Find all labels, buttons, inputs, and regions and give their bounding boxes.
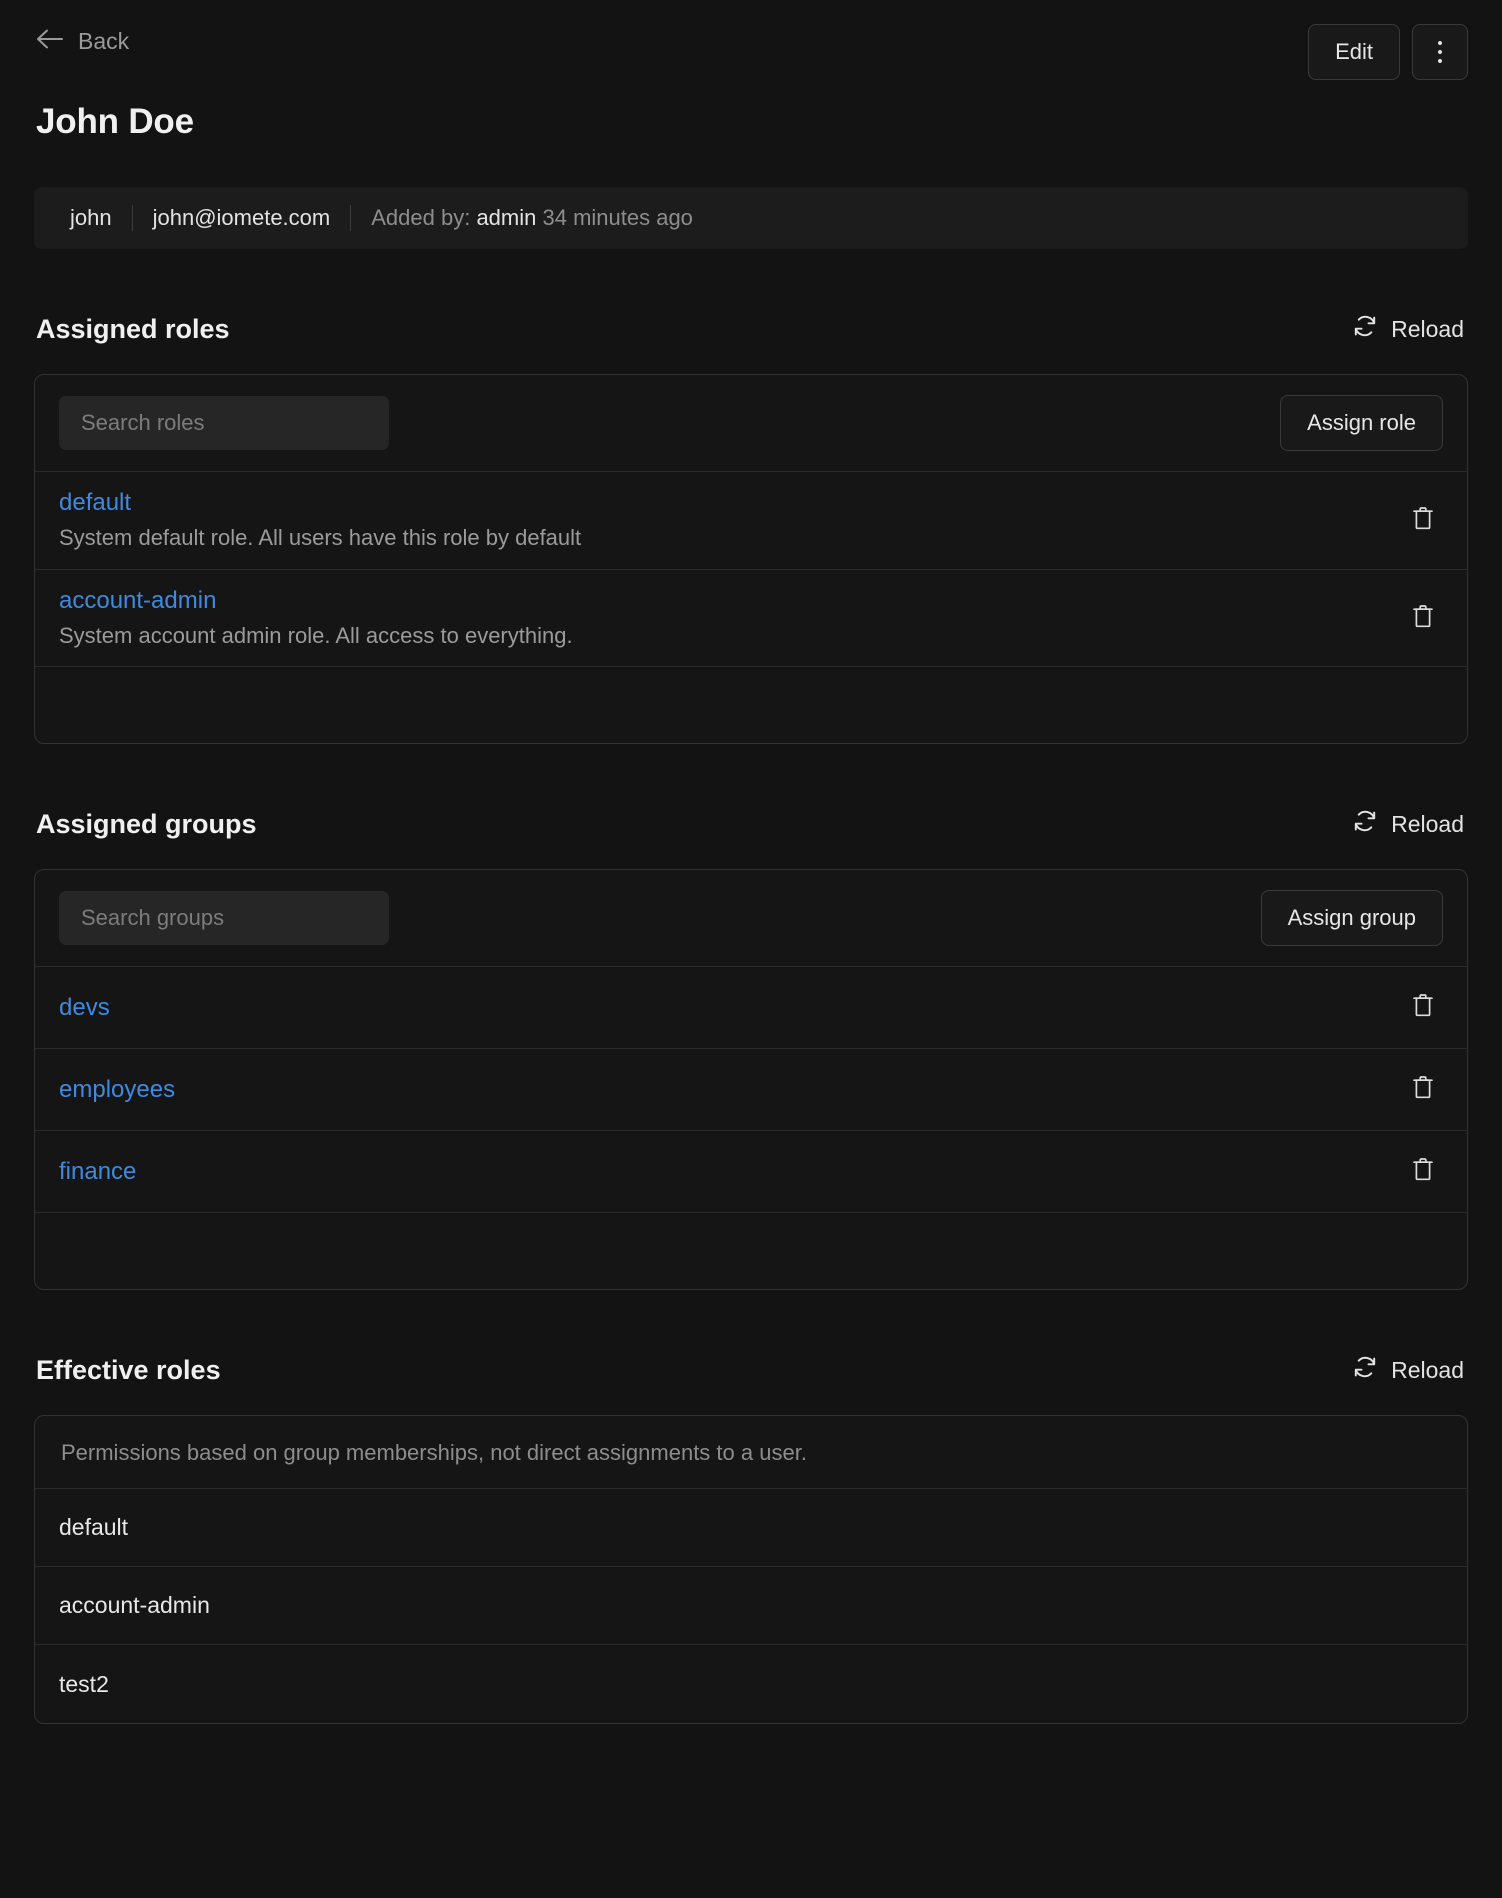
table-row: finance: [35, 1131, 1467, 1214]
user-detail-page: Back Edit John Doe john john@iomete.com …: [0, 0, 1502, 1898]
role-description: System account admin role. All access to…: [59, 623, 573, 649]
search-roles-input[interactable]: [59, 396, 389, 450]
added-by-info: Added by: admin 34 minutes ago: [351, 205, 713, 231]
assigned-groups-footer: [35, 1213, 1467, 1289]
effective-roles-card: Permissions based on group memberships, …: [34, 1415, 1468, 1725]
assigned-groups-card: Assign group devs employees: [34, 869, 1468, 1291]
reload-groups-button[interactable]: Reload: [1350, 804, 1466, 844]
assigned-roles-toolbar: Assign role: [35, 375, 1467, 472]
assigned-groups-toolbar: Assign group: [35, 870, 1467, 968]
table-row: devs: [35, 967, 1467, 1050]
effective-roles-section: Effective roles Reload Permissions based…: [34, 1350, 1468, 1725]
reload-effective-roles-button[interactable]: Reload: [1350, 1350, 1466, 1390]
effective-roles-title: Effective roles: [36, 1354, 221, 1385]
added-by-label: Added by:: [371, 205, 471, 230]
group-name-link[interactable]: employees: [59, 1076, 175, 1103]
username-value: john: [70, 205, 112, 230]
refresh-icon: [1352, 313, 1378, 345]
kebab-menu-icon: [1438, 41, 1442, 63]
assigned-roles-card: Assign role default System default role.…: [34, 374, 1468, 745]
effective-roles-note: Permissions based on group memberships, …: [35, 1416, 1467, 1490]
assigned-groups-title: Assigned groups: [36, 808, 257, 839]
trash-icon: [1411, 992, 1435, 1023]
role-info: account-admin System account admin role.…: [59, 587, 573, 649]
back-button[interactable]: Back: [34, 24, 131, 58]
reload-groups-label: Reload: [1391, 810, 1464, 837]
trash-icon: [1411, 603, 1435, 634]
group-name-link[interactable]: finance: [59, 1158, 136, 1185]
page-header: Back Edit: [34, 0, 1468, 80]
table-row: account-admin System account admin role.…: [35, 570, 1467, 668]
assign-group-button[interactable]: Assign group: [1260, 890, 1443, 947]
edit-button[interactable]: Edit: [1308, 24, 1400, 80]
table-row: default System default role. All users h…: [35, 472, 1467, 570]
delete-role-button[interactable]: [1403, 500, 1443, 540]
header-actions: Edit: [1308, 24, 1468, 80]
table-row: employees: [35, 1049, 1467, 1132]
table-row: default: [35, 1489, 1467, 1568]
role-name-link[interactable]: account-admin: [59, 587, 216, 614]
assigned-groups-header: Assigned groups Reload: [34, 804, 1468, 844]
email-value: john@iomete.com: [152, 205, 331, 230]
trash-icon: [1411, 1074, 1435, 1105]
refresh-icon: [1352, 808, 1378, 840]
assigned-roles-header: Assigned roles Reload: [34, 309, 1468, 349]
role-description: System default role. All users have this…: [59, 525, 582, 551]
reload-effective-roles-label: Reload: [1391, 1356, 1464, 1383]
search-groups-input[interactable]: [59, 891, 389, 946]
table-row: test2: [59, 1670, 109, 1697]
role-info: default System default role. All users h…: [59, 489, 582, 551]
trash-icon: [1411, 1156, 1435, 1187]
trash-icon: [1411, 505, 1435, 536]
assigned-groups-section: Assigned groups Reload Assign group devs: [34, 804, 1468, 1291]
page-title: John Doe: [36, 102, 194, 141]
assigned-roles-title: Assigned roles: [36, 313, 230, 344]
delete-group-button[interactable]: [1403, 1070, 1443, 1110]
added-time: 34 minutes ago: [542, 205, 693, 230]
back-label: Back: [78, 27, 130, 54]
arrow-left-icon: [36, 28, 64, 54]
group-name-link[interactable]: devs: [59, 994, 110, 1021]
table-row: account-admin: [35, 1567, 1467, 1646]
more-options-button[interactable]: [1412, 24, 1468, 80]
refresh-icon: [1352, 1354, 1378, 1386]
role-name-link[interactable]: default: [59, 489, 131, 516]
delete-role-button[interactable]: [1403, 598, 1443, 638]
assigned-roles-section: Assigned roles Reload Assign role defaul…: [34, 309, 1468, 745]
effective-roles-header: Effective roles Reload: [34, 1350, 1468, 1390]
reload-roles-label: Reload: [1391, 315, 1464, 342]
reload-roles-button[interactable]: Reload: [1350, 309, 1466, 349]
added-by-user: admin: [476, 205, 537, 230]
delete-group-button[interactable]: [1403, 1152, 1443, 1192]
assigned-roles-footer: [35, 667, 1467, 743]
assign-role-button[interactable]: Assign role: [1280, 395, 1443, 451]
user-info-strip: john john@iomete.com Added by: admin 34 …: [34, 187, 1468, 249]
delete-group-button[interactable]: [1403, 988, 1443, 1028]
